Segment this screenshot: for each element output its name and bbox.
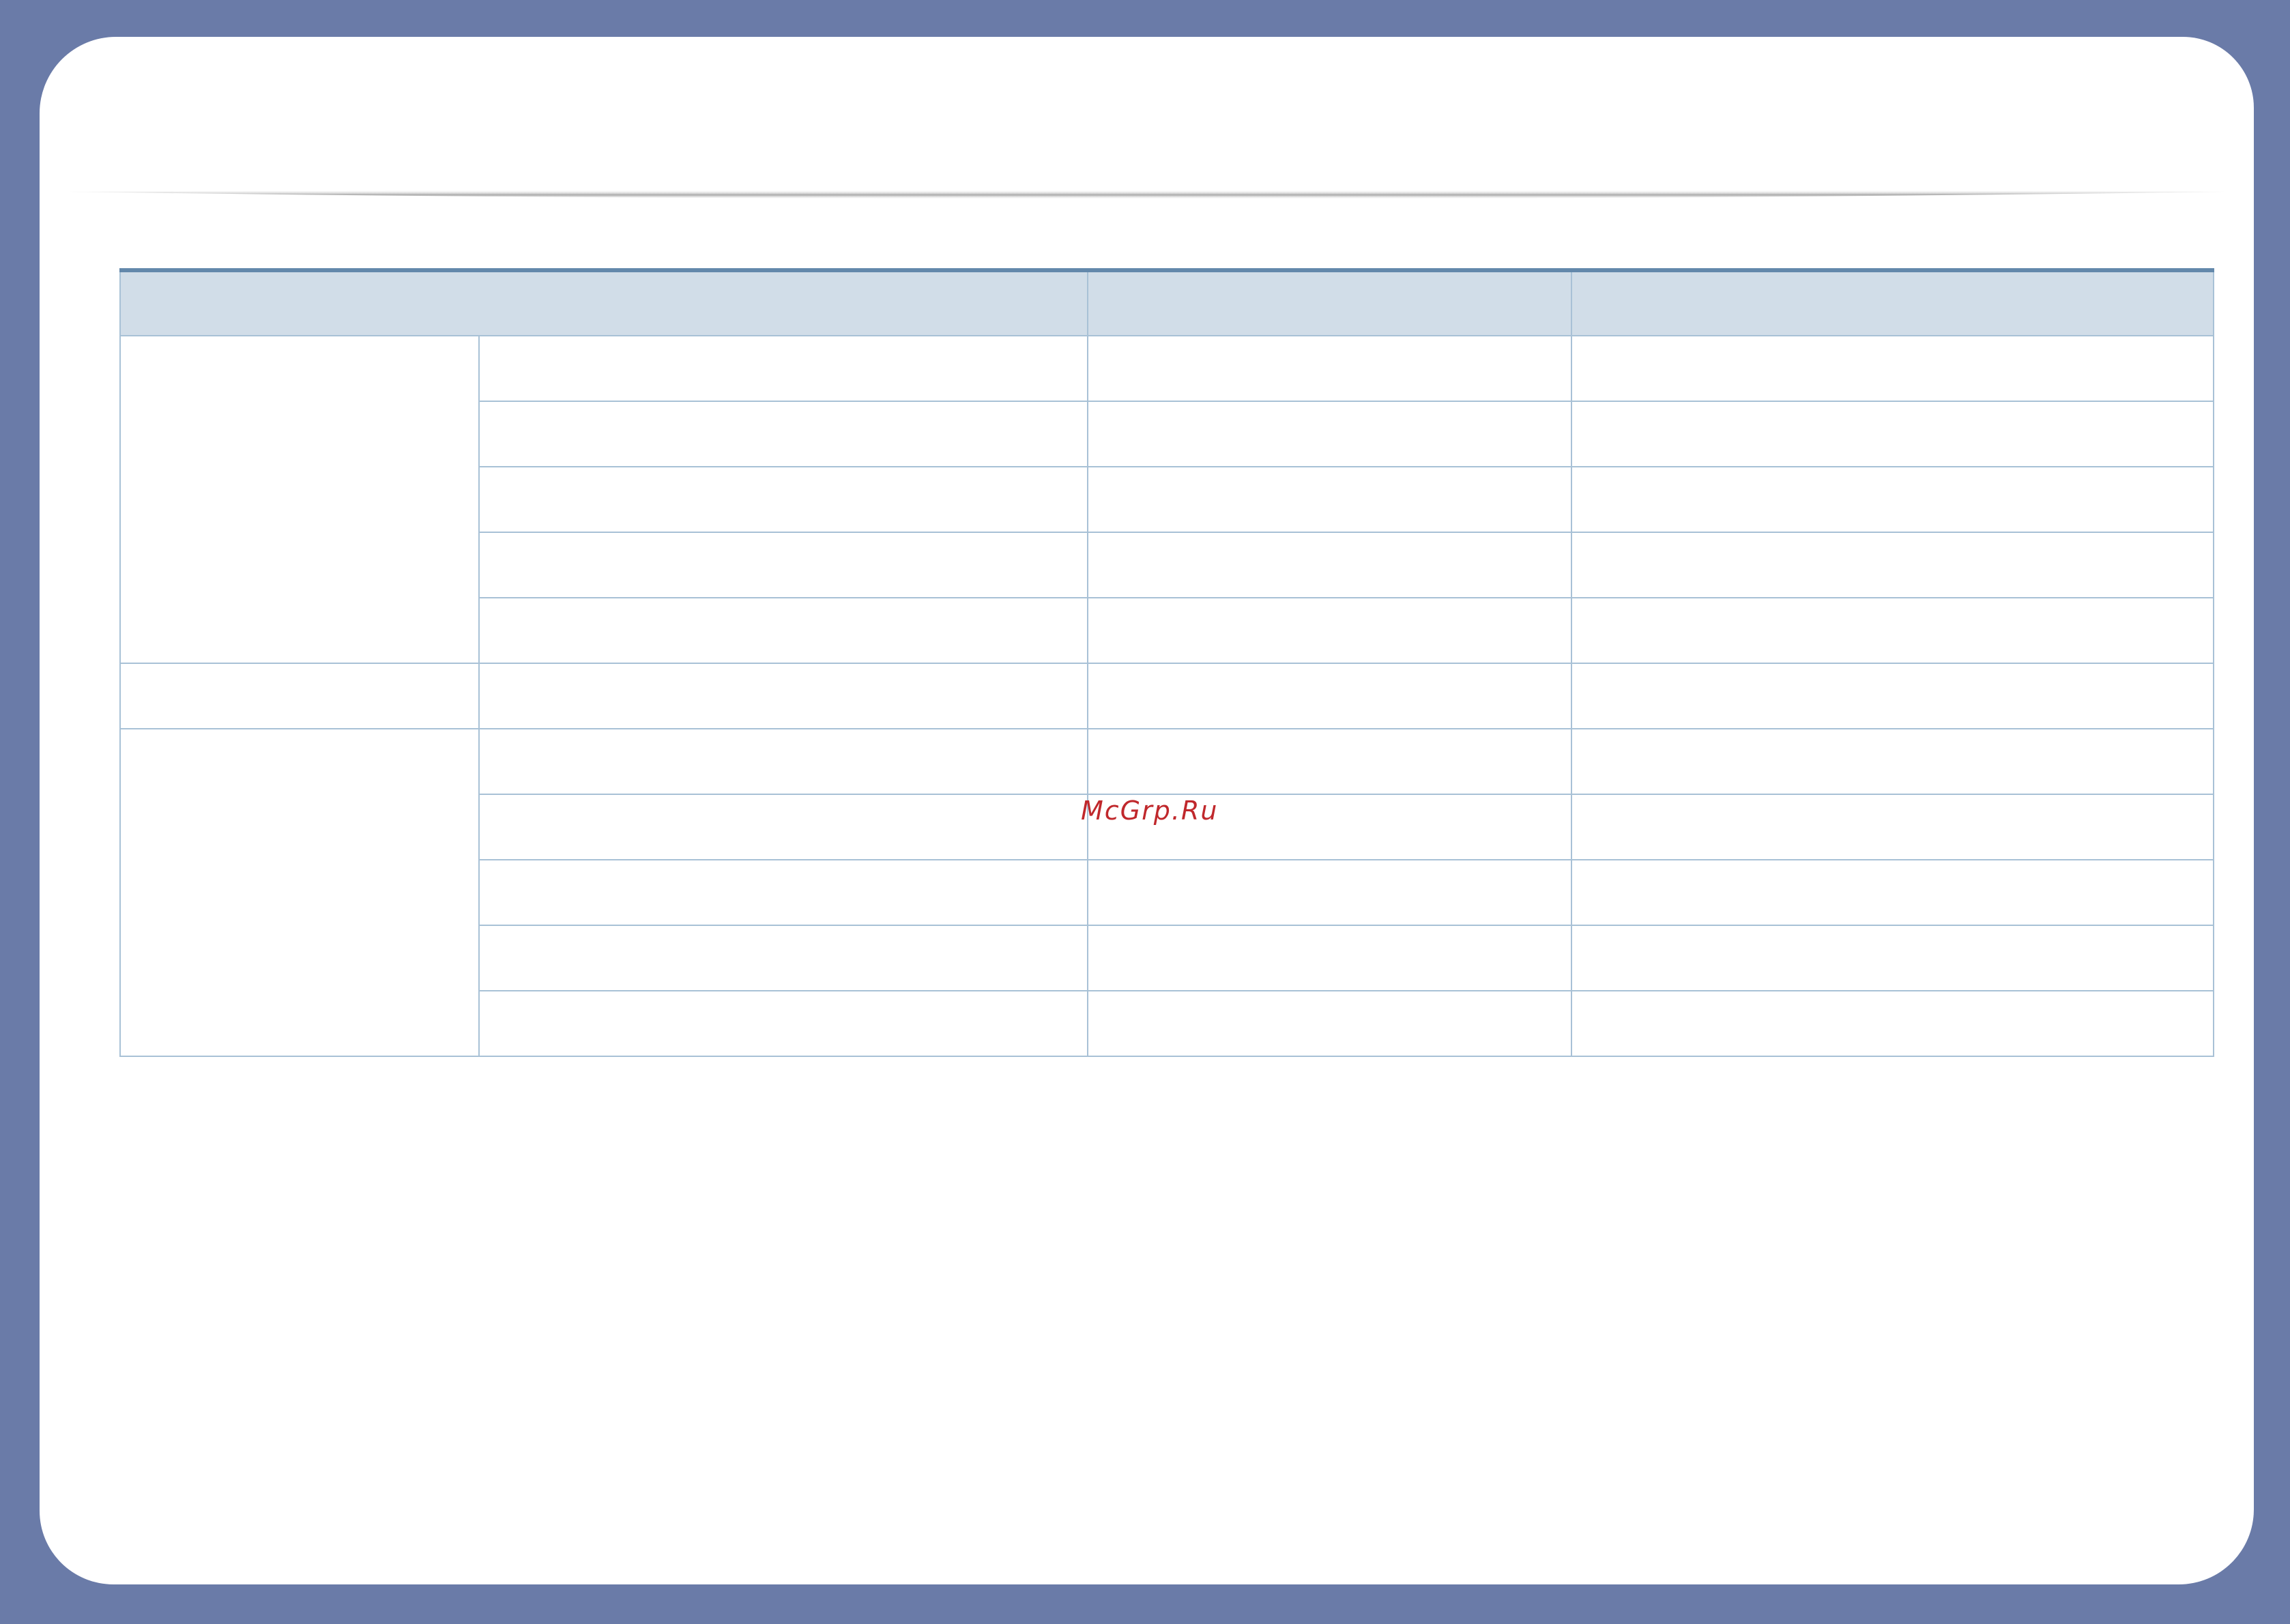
table-cell (478, 532, 1088, 598)
table-cell (1087, 728, 1572, 795)
group-label-cell (119, 728, 480, 1057)
table-cell (1571, 597, 2214, 664)
table-cell (1571, 663, 2214, 729)
table-cell (478, 925, 1088, 991)
table-cell (1571, 335, 2214, 402)
table-cell (1571, 925, 2214, 991)
table-cell (478, 401, 1088, 467)
table-cell (1571, 532, 2214, 598)
table-cell (1087, 859, 1572, 926)
table-cell (478, 728, 1088, 795)
table-row (119, 728, 2214, 1057)
table-cell (1087, 401, 1572, 467)
table-cell (478, 466, 1088, 533)
table-header-cell (1087, 270, 1572, 336)
table-cell (1571, 728, 2214, 795)
watermark-text: McGrp.Ru (1081, 796, 1219, 826)
table-cell (478, 663, 1088, 729)
table-cell (1087, 466, 1572, 533)
table-cell (1571, 466, 2214, 533)
table-header-row (119, 270, 2214, 336)
table-header-cell (119, 270, 1088, 336)
table-cell (478, 990, 1088, 1057)
table-cell (1571, 794, 2214, 860)
table-cell (478, 597, 1088, 664)
table-header-cell (1571, 270, 2214, 336)
specification-table (119, 268, 2214, 1057)
table-cell (1087, 532, 1572, 598)
table-cell (478, 794, 1088, 860)
table-cell (1087, 597, 1572, 664)
table-row (119, 663, 2214, 729)
table-cell (478, 335, 1088, 402)
table-cell (1571, 401, 2214, 467)
table-cell (478, 859, 1088, 926)
table-cell (1087, 925, 1572, 991)
table-cell (1571, 859, 2214, 926)
table-cell (1087, 663, 1572, 729)
table-cell (1087, 990, 1572, 1057)
table-row (119, 335, 2214, 664)
table-cell (1571, 990, 2214, 1057)
table-cell (1087, 335, 1572, 402)
header-divider-shadow (67, 163, 2227, 218)
group-label-cell (119, 335, 480, 664)
group-label-cell (119, 663, 480, 729)
